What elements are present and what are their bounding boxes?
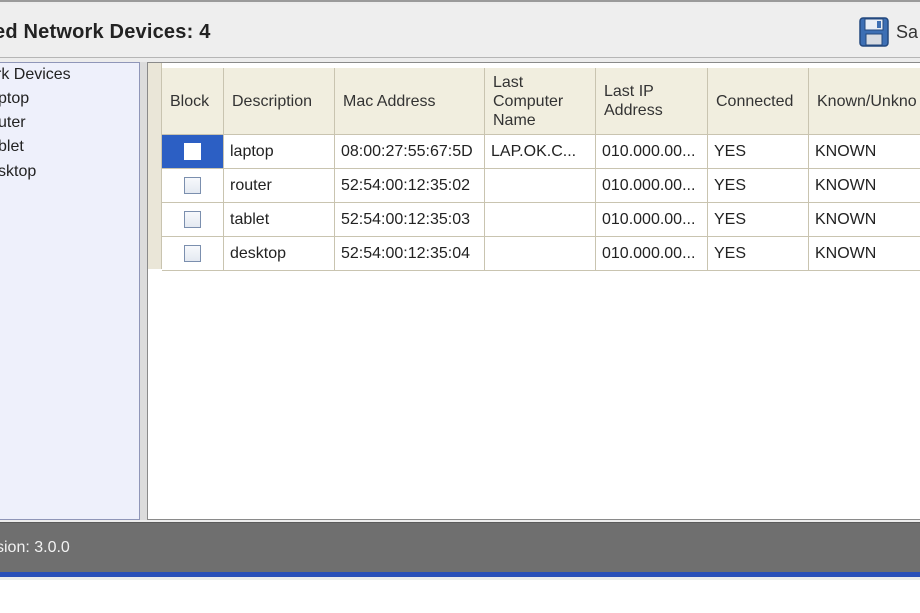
cell-computer-name: LAP.OK.C...	[485, 135, 596, 169]
accent-line	[0, 572, 920, 577]
cell-ip-address: 010.000.00...	[596, 169, 708, 203]
column-header-connected[interactable]: Connected	[708, 68, 809, 135]
app-window: ed Network Devices: 4 Sa rk Devices ptop…	[0, 0, 920, 580]
block-checkbox[interactable]	[184, 177, 201, 194]
cell-connected: YES	[708, 203, 809, 237]
cell-mac-address: 08:00:27:55:67:5D	[335, 135, 485, 169]
tree-item-network-devices[interactable]: rk Devices	[0, 65, 71, 85]
block-checkbox[interactable]	[184, 211, 201, 228]
cell-ip-address: 010.000.00...	[596, 237, 708, 271]
block-checkbox-cell[interactable]	[162, 237, 224, 271]
cell-connected: YES	[708, 237, 809, 271]
status-bar: sion: 3.0.0	[0, 522, 920, 572]
version-label: sion: 3.0.0	[0, 539, 70, 556]
cell-known: KNOWN	[809, 203, 920, 237]
column-header-last-ip-address[interactable]: Last IP Address	[596, 68, 708, 135]
cell-known: KNOWN	[809, 135, 920, 169]
cell-connected: YES	[708, 169, 809, 203]
block-checkbox-cell[interactable]	[162, 203, 224, 237]
save-button[interactable]: Sa	[858, 14, 918, 50]
header-bar: ed Network Devices: 4 Sa	[0, 4, 920, 58]
column-header-last-computer-name[interactable]: Last Computer Name	[485, 68, 596, 135]
save-button-label: Sa	[896, 21, 919, 42]
panel-splitter[interactable]	[140, 62, 147, 520]
cell-computer-name	[485, 203, 596, 237]
tree-item-router[interactable]: uter	[0, 113, 26, 133]
floppy-disk-icon	[859, 17, 889, 47]
block-checkbox[interactable]	[184, 245, 201, 262]
tree-item-desktop[interactable]: sktop	[0, 162, 36, 182]
cell-ip-address: 010.000.00...	[596, 135, 708, 169]
tree-item-laptop[interactable]: ptop	[0, 89, 29, 109]
column-header-known-unknown[interactable]: Known/Unkno	[809, 68, 920, 135]
block-checkbox-cell[interactable]	[162, 135, 224, 169]
block-checkbox-cell[interactable]	[162, 169, 224, 203]
cell-mac-address: 52:54:00:12:35:02	[335, 169, 485, 203]
column-header-description[interactable]: Description	[224, 68, 335, 135]
block-checkbox[interactable]	[184, 143, 201, 160]
cell-computer-name	[485, 237, 596, 271]
cell-known: KNOWN	[809, 169, 920, 203]
cell-ip-address: 010.000.00...	[596, 203, 708, 237]
cell-description: tablet	[224, 203, 335, 237]
cell-mac-address: 52:54:00:12:35:04	[335, 237, 485, 271]
cell-description: desktop	[224, 237, 335, 271]
cell-description: router	[224, 169, 335, 203]
page-title: ed Network Devices: 4	[0, 21, 211, 43]
cell-description: laptop	[224, 135, 335, 169]
row-header-strip	[148, 63, 162, 269]
column-header-mac-address[interactable]: Mac Address	[335, 68, 485, 135]
cell-connected: YES	[708, 135, 809, 169]
cell-known: KNOWN	[809, 237, 920, 271]
cell-mac-address: 52:54:00:12:35:03	[335, 203, 485, 237]
device-tree[interactable]: rk Devices ptop uter blet sktop	[0, 62, 140, 520]
devices-table: Block Description Mac Address Last Compu…	[147, 62, 920, 520]
tree-item-tablet[interactable]: blet	[0, 137, 24, 157]
column-header-block[interactable]: Block	[162, 68, 224, 135]
cell-computer-name	[485, 169, 596, 203]
